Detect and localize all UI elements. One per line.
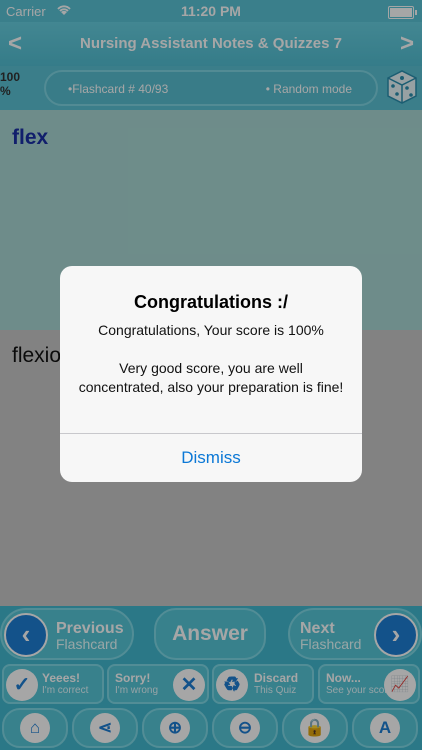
dismiss-button[interactable]: Dismiss bbox=[60, 434, 362, 482]
alert-title: Congratulations :/ bbox=[134, 292, 288, 312]
alert-message: Congratulations, Your score is 100% Very… bbox=[76, 321, 346, 397]
congratulations-alert: Congratulations :/ Congratulations, Your… bbox=[60, 266, 362, 482]
alert-score-line: Congratulations, Your score is 100% bbox=[98, 322, 324, 338]
alert-detail: Very good score, you are well concentrat… bbox=[78, 360, 344, 395]
